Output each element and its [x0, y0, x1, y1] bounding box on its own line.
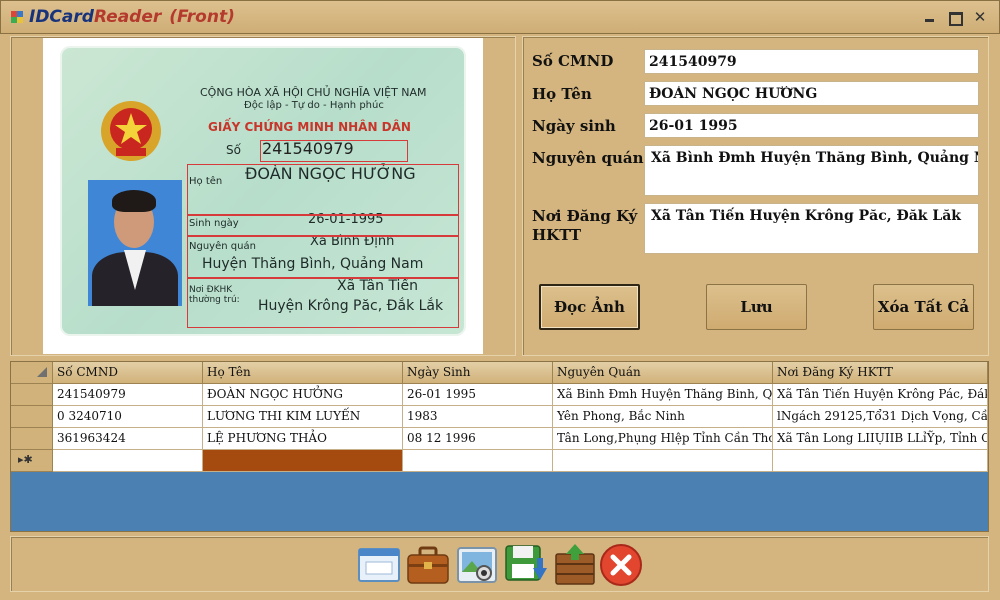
archive-icon[interactable]	[552, 542, 598, 588]
id-card-image: CỘNG HÒA XÃ HỘI CHỦ NGHĨA VIỆT NAM Độc l…	[60, 46, 466, 336]
new-row[interactable]: ▸✱	[11, 450, 988, 472]
detect-box-name	[187, 164, 459, 216]
save-button[interactable]: Lưu	[706, 284, 807, 330]
card-image-frame: CỘNG HÒA XÃ HỘI CHỦ NGHĨA VIỆT NAM Độc l…	[43, 38, 483, 354]
close-button[interactable]: ✕	[972, 10, 988, 25]
briefcase-icon[interactable]	[405, 542, 451, 588]
table-row[interactable]: 0 3240710 LƯƠNG THI KIM LUYẾN 1983 Yên P…	[11, 406, 988, 428]
table-cell[interactable]: Xã Tân Tiến Huyện Krông Pác, Đák ...	[773, 384, 988, 406]
close-circle-icon[interactable]	[598, 542, 644, 588]
table-cell[interactable]: 1983	[403, 406, 553, 428]
table-cell[interactable]: 08 12 1996	[403, 428, 553, 450]
records-grid[interactable]: Số CMND Họ Tên Ngày Sinh Nguyên Quán Nơi…	[10, 361, 989, 532]
row-header[interactable]	[11, 384, 53, 406]
table-cell[interactable]: Tân Long,Phụng Hlệp Tỉnh Cần Thơ	[553, 428, 773, 450]
new-row-cell[interactable]	[773, 450, 988, 472]
card-title-text: GIẤY CHỨNG MINH NHÂN DÂN	[208, 120, 411, 134]
full-name-label: Họ Tên	[532, 85, 592, 103]
origin-field[interactable]: Xã Bình Đmh Huyện Thăng Bình, Quảng Nam	[644, 145, 979, 196]
dob-field[interactable]	[644, 113, 979, 138]
residence-label-line2: HKTT	[532, 226, 581, 244]
new-row-header[interactable]: ▸✱	[11, 450, 53, 472]
table-row[interactable]: 241540979 ĐOÀN NGỌC HƯỞNG 26-01 1995 Xã …	[11, 384, 988, 406]
photo-icon[interactable]	[454, 542, 500, 588]
portrait-photo	[88, 180, 182, 306]
title-bar: IDCardReader (Front) ✕	[0, 0, 1000, 34]
title-part-reader: Reader	[93, 7, 162, 27]
column-header-name[interactable]: Họ Tên	[203, 362, 403, 384]
detect-box-number	[260, 140, 408, 162]
maximize-button[interactable]	[947, 10, 963, 26]
card-republic-text: CỘNG HÒA XÃ HỘI CHỦ NGHĨA VIỆT NAM	[200, 86, 427, 99]
clear-all-button[interactable]: Xóa Tất Cả	[873, 284, 974, 330]
table-cell[interactable]: Xã Binh Đmh Huyện Thăng Binh, Qu...	[553, 384, 773, 406]
card-motto-text: Độc lập - Tự do - Hạnh phúc	[244, 100, 384, 111]
new-row-cell[interactable]	[403, 450, 553, 472]
row-header[interactable]	[11, 406, 53, 428]
detect-box-residence	[187, 278, 459, 328]
read-image-button[interactable]: Đọc Ảnh	[539, 284, 640, 330]
app-icon	[11, 11, 23, 23]
table-cell[interactable]: Xã Tân Long LIIỤIIB LLỉỸp, Tỉnh Cầ...	[773, 428, 988, 450]
card-number-label: Số	[226, 143, 241, 157]
dob-label: Ngày sinh	[532, 117, 616, 135]
table-cell[interactable]: 361963424	[53, 428, 203, 450]
table-row[interactable]: 361963424 LỆ PHƯƠNG THẢO 08 12 1996 Tân …	[11, 428, 988, 450]
title-part-front: (Front)	[169, 7, 235, 27]
column-header-residence[interactable]: Nơi Đăng Ký HKTT	[773, 362, 988, 384]
column-header-origin[interactable]: Nguyên Quán	[553, 362, 773, 384]
origin-label: Nguyên quán	[532, 149, 644, 167]
column-header-id[interactable]: Số CMND	[53, 362, 203, 384]
bottom-toolbar	[10, 536, 989, 592]
detect-box-dob	[187, 214, 459, 236]
save-disk-icon[interactable]	[503, 542, 549, 588]
table-cell[interactable]: 26-01 1995	[403, 384, 553, 406]
row-header[interactable]	[11, 428, 53, 450]
new-row-cell[interactable]	[53, 450, 203, 472]
table-cell[interactable]: ĐOÀN NGỌC HƯỞNG	[203, 384, 403, 406]
table-cell[interactable]: lNgách 29125,Tổ31 Dịch Vọng, Cầu ...	[773, 406, 988, 428]
residence-field[interactable]: Xã Tân Tiến Huyện Krông Păc, Đăk Lăk	[644, 203, 979, 254]
id-number-field[interactable]	[644, 49, 979, 74]
new-row-icon: ▸✱	[18, 453, 33, 466]
table-cell[interactable]: LỆ PHƯƠNG THẢO	[203, 428, 403, 450]
full-name-field[interactable]	[644, 81, 979, 106]
residence-label-line1: Nơi Đăng Ký	[532, 207, 638, 225]
selected-cell[interactable]	[203, 450, 403, 472]
window-title: IDCardReader (Front)	[29, 7, 235, 27]
table-cell[interactable]: 241540979	[53, 384, 203, 406]
title-part-idcard: IDCard	[29, 7, 94, 27]
id-number-label: Số CMND	[532, 52, 614, 70]
table-cell[interactable]: Yên Phong, Bắc Ninh	[553, 406, 773, 428]
minimize-button[interactable]	[922, 10, 938, 24]
column-header-dob[interactable]: Ngày Sinh	[403, 362, 553, 384]
new-row-cell[interactable]	[553, 450, 773, 472]
grid-corner[interactable]	[11, 362, 53, 384]
table-cell[interactable]: LƯƠNG THI KIM LUYẾN	[203, 406, 403, 428]
national-emblem-icon	[101, 101, 161, 161]
window-icon[interactable]	[356, 542, 402, 588]
table-cell[interactable]: 0 3240710	[53, 406, 203, 428]
grid-header-row: Số CMND Họ Tên Ngày Sinh Nguyên Quán Nơi…	[11, 362, 988, 384]
detect-box-origin	[187, 236, 459, 278]
